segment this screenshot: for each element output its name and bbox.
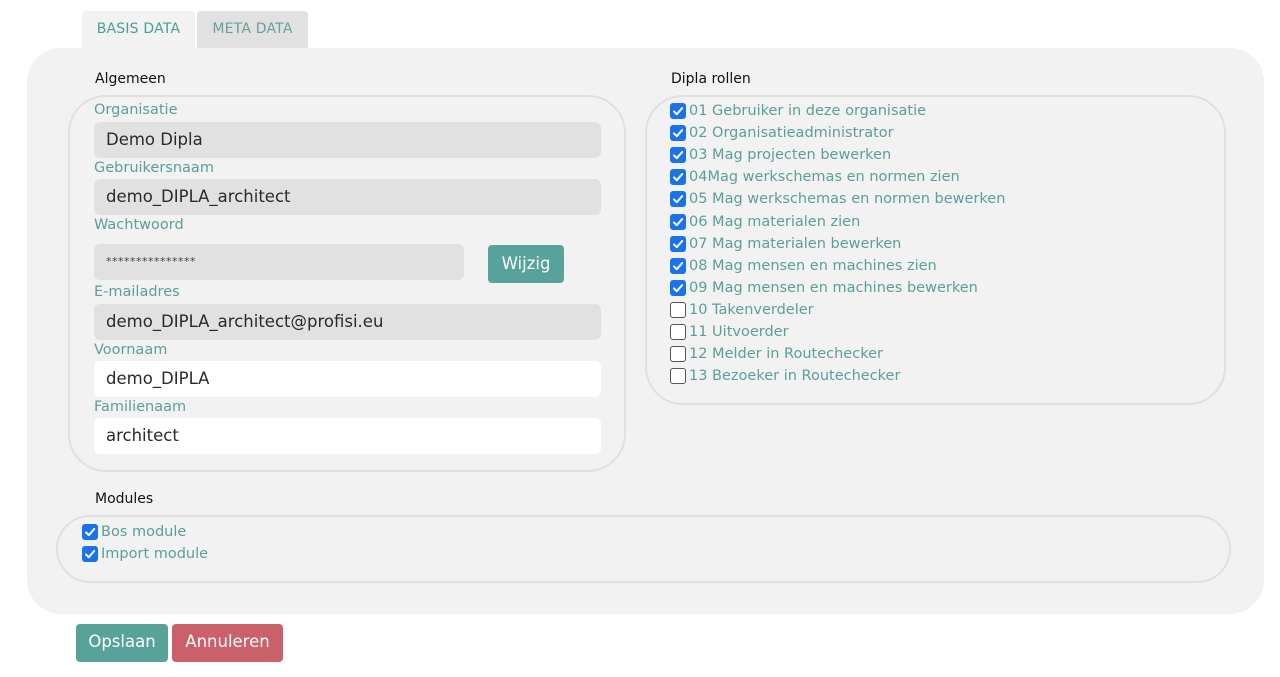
checkmark-icon: [85, 528, 96, 537]
role-checkbox[interactable]: [670, 257, 686, 274]
checkmark-icon: [673, 217, 684, 226]
role-label[interactable]: 05 Mag werkschemas en normen bewerken: [689, 191, 1005, 207]
module-row: Bos module: [82, 521, 186, 543]
role-checkbox[interactable]: [670, 103, 686, 119]
role-label[interactable]: 11 Uitvoerder: [689, 324, 789, 340]
role-checkbox[interactable]: [670, 213, 686, 230]
lastname-label: Familienaam: [94, 399, 187, 415]
role-row: 04Mag werkschemas en normen zien: [670, 166, 960, 188]
roles-section-title: Dipla rollen: [671, 71, 751, 87]
role-checkbox[interactable]: [670, 125, 686, 142]
firstname-input[interactable]: demo_DIPLA: [94, 361, 601, 397]
checkmark-icon: [673, 261, 684, 270]
role-row: 11 Uitvoerder: [670, 321, 789, 343]
email-field: demo_DIPLA_architect@profisi.eu: [94, 304, 601, 340]
modules-section-title: Modules: [95, 491, 154, 507]
role-checkbox[interactable]: [670, 235, 686, 252]
role-checkbox[interactable]: [670, 279, 686, 296]
role-checkbox[interactable]: [670, 346, 686, 363]
firstname-label: Voornaam: [94, 342, 168, 358]
checkmark-icon: [673, 239, 684, 248]
checkmark-icon: [85, 550, 96, 559]
role-checkbox[interactable]: [670, 147, 686, 164]
checkmark-icon: [673, 173, 684, 182]
role-row: 09 Mag mensen en machines bewerken: [670, 277, 978, 299]
password-field: ***************: [94, 244, 464, 280]
role-row: 12 Melder in Routechecker: [670, 343, 883, 365]
checkmark-icon: [673, 151, 684, 160]
lastname-input[interactable]: architect: [94, 418, 601, 454]
role-row: 05 Mag werkschemas en normen bewerken: [670, 188, 1005, 210]
role-row: 13 Bezoeker in Routechecker: [670, 365, 900, 387]
organisation-label: Organisatie: [94, 102, 178, 118]
role-row: 06 Mag materialen zien: [670, 211, 860, 233]
role-row: 03 Mag projecten bewerken: [670, 144, 891, 166]
role-checkbox[interactable]: [670, 169, 686, 186]
tab-basis-data[interactable]: BASIS DATA: [82, 11, 195, 49]
role-label[interactable]: 08 Mag mensen en machines zien: [689, 258, 937, 274]
change-password-button[interactable]: Wijzig: [488, 245, 564, 283]
general-section-title: Algemeen: [95, 71, 166, 87]
username-label: Gebruikersnaam: [94, 160, 214, 176]
module-label[interactable]: Bos module: [101, 524, 186, 540]
checkmark-icon: [673, 283, 684, 292]
role-row: 02 Organisatieadministrator: [670, 122, 894, 144]
cancel-button[interactable]: Annuleren: [172, 624, 283, 662]
role-label[interactable]: 07 Mag materialen bewerken: [689, 236, 901, 252]
role-label[interactable]: 12 Melder in Routechecker: [689, 346, 883, 362]
checkmark-icon: [673, 107, 684, 116]
role-checkbox[interactable]: [670, 301, 686, 318]
checkmark-icon: [673, 129, 684, 138]
role-label[interactable]: 04Mag werkschemas en normen zien: [689, 169, 960, 185]
module-label[interactable]: Import module: [101, 546, 208, 562]
role-row: 08 Mag mensen en machines zien: [670, 255, 937, 277]
organisation-field: Demo Dipla: [94, 122, 601, 158]
role-row: 10 Takenverdeler: [670, 299, 814, 321]
role-checkbox[interactable]: [670, 191, 686, 208]
role-label[interactable]: 02 Organisatieadministrator: [689, 125, 894, 141]
role-label[interactable]: 09 Mag mensen en machines bewerken: [689, 280, 978, 296]
role-label[interactable]: 13 Bezoeker in Routechecker: [689, 368, 900, 384]
checkmark-icon: [673, 195, 684, 204]
role-label[interactable]: 03 Mag projecten bewerken: [689, 147, 891, 163]
username-field: demo_DIPLA_architect: [94, 179, 601, 215]
role-label[interactable]: 01 Gebruiker in deze organisatie: [689, 103, 926, 119]
tab-meta-data[interactable]: META DATA: [197, 11, 308, 49]
modules-group: [56, 515, 1231, 583]
module-checkbox[interactable]: [82, 524, 98, 540]
module-row: Import module: [82, 543, 208, 565]
role-row: 07 Mag materialen bewerken: [670, 233, 901, 255]
password-label: Wachtwoord: [94, 217, 184, 233]
role-label[interactable]: 06 Mag materialen zien: [689, 214, 860, 230]
tab-bar: BASIS DATA META DATA: [82, 11, 308, 49]
role-checkbox[interactable]: [670, 324, 686, 340]
role-row: 01 Gebruiker in deze organisatie: [670, 100, 926, 122]
role-label[interactable]: 10 Takenverdeler: [689, 302, 814, 318]
role-checkbox[interactable]: [670, 368, 686, 385]
email-label: E-mailadres: [94, 284, 180, 300]
save-button[interactable]: Opslaan: [76, 624, 168, 662]
module-checkbox[interactable]: [82, 546, 98, 562]
